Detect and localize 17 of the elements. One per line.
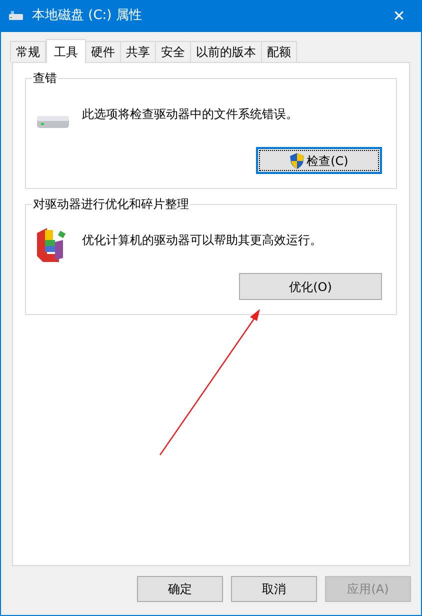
shield-icon: [290, 152, 304, 168]
dialog-button[interactable]: 确定: [137, 576, 223, 602]
group-title: 查错: [32, 70, 58, 86]
description: 此选项将检查驱动器中的文件系统错误。: [82, 106, 298, 123]
tab[interactable]: 配额: [261, 41, 297, 62]
defrag-icon: [37, 228, 67, 262]
drive-icon: [8, 10, 24, 22]
action-button[interactable]: 优化(O): [239, 273, 382, 300]
close-button[interactable]: ✕: [384, 1, 414, 31]
window-title: 本地磁盘 (C:) 属性: [32, 7, 142, 26]
dialog-button[interactable]: 取消: [231, 576, 317, 602]
tab[interactable]: 常规: [10, 41, 46, 62]
drive-icon: [37, 115, 69, 129]
tab[interactable]: 工具: [46, 39, 86, 63]
description: 优化计算机的驱动器可以帮助其更高效运行。: [82, 232, 322, 249]
group-title: 对驱动器进行优化和碎片整理: [32, 196, 190, 212]
action-button[interactable]: 检查(C): [256, 147, 382, 174]
